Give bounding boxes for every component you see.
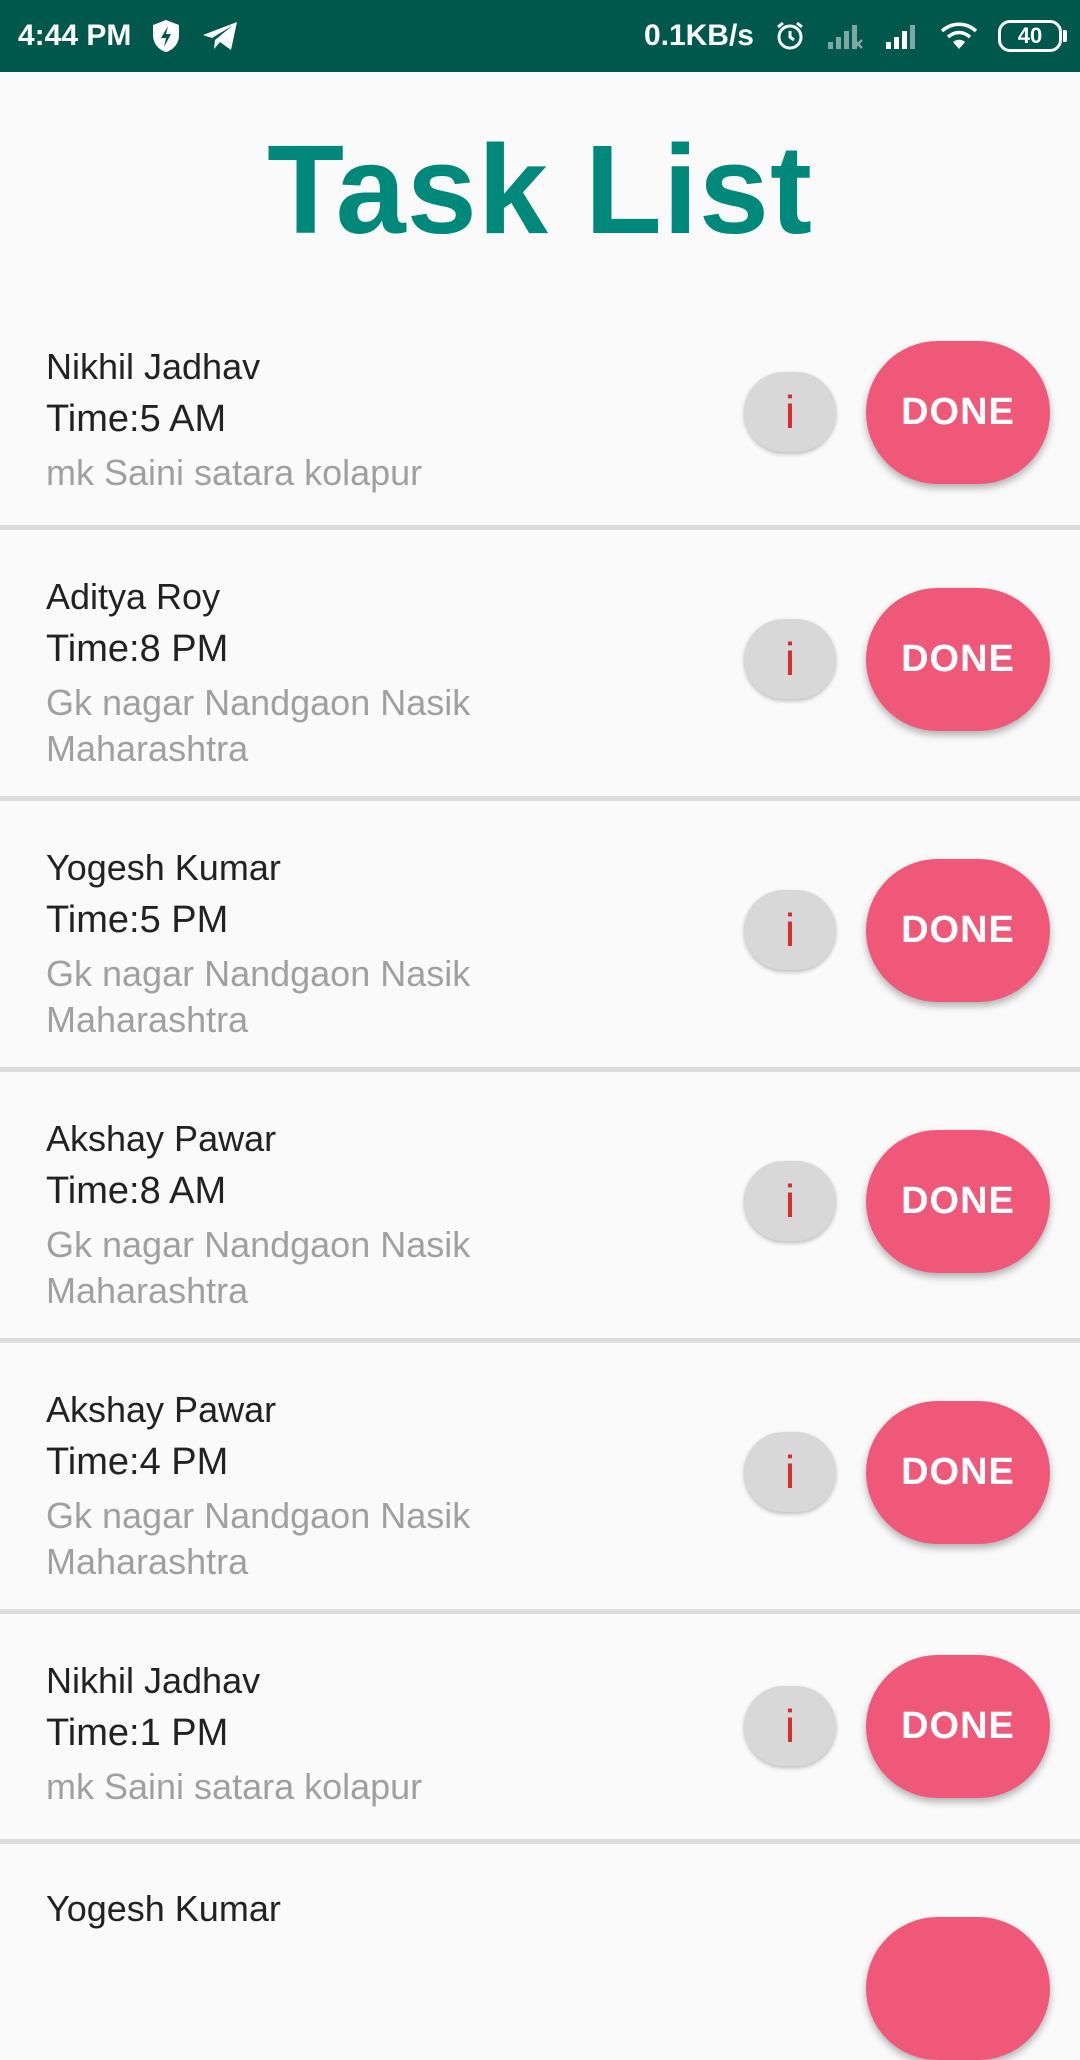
task-name: Akshay Pawar (46, 1389, 277, 1430)
telegram-icon (201, 20, 239, 52)
task-name: Yogesh Kumar (46, 1888, 281, 1929)
list-item: Nikhil Jadhav Time:5 AM mk Saini satara … (0, 300, 1080, 530)
task-details: Nikhil Jadhav Time:5 AM mk Saini satara … (46, 340, 666, 496)
done-button[interactable]: DONE (866, 1401, 1050, 1544)
list-item: Akshay Pawar Time:4 PM Gk nagar Nandgaon… (0, 1343, 1080, 1614)
done-button[interactable]: DONE (866, 1130, 1050, 1273)
list-item: Akshay Pawar Time:8 AM Gk nagar Nandgaon… (0, 1072, 1080, 1343)
task-details: Akshay Pawar Time:8 AM Gk nagar Nandgaon… (46, 1112, 666, 1314)
task-name: Aditya Roy (46, 576, 221, 617)
task-address: Gk nagar Nandgaon Nasik Maharashtra (46, 1224, 471, 1311)
status-bar-left: 4:44 PM (18, 19, 239, 53)
task-time: Time:5 PM (46, 899, 229, 941)
battery-level: 40 (1017, 23, 1043, 48)
done-button[interactable]: DONE (866, 588, 1050, 731)
done-button[interactable]: DONE (866, 1655, 1050, 1798)
signal-icon (884, 22, 920, 50)
list-item: Aditya Roy Time:8 PM Gk nagar Nandgaon N… (0, 530, 1080, 801)
info-button[interactable]: i (744, 1686, 836, 1766)
status-bar: 4:44 PM 0.1KB/s 40 (0, 0, 1080, 72)
signal-icon (826, 22, 864, 50)
task-address: mk Saini satara kolapur (46, 452, 423, 493)
task-time: Time:4 PM (46, 1441, 229, 1483)
page-title: Task List (267, 119, 813, 260)
done-button[interactable] (866, 1917, 1050, 2060)
list-item: Yogesh Kumar (0, 1844, 1080, 2060)
task-list: Nikhil Jadhav Time:5 AM mk Saini satara … (0, 300, 1080, 2060)
done-button[interactable]: DONE (866, 341, 1050, 484)
info-button[interactable]: i (744, 372, 836, 452)
task-time: Time:8 PM (46, 628, 229, 670)
task-details: Nikhil Jadhav Time:1 PM mk Saini satara … (46, 1654, 666, 1810)
task-time: Time:5 AM (46, 398, 227, 440)
task-details: Yogesh Kumar (46, 1882, 666, 1935)
info-button[interactable]: i (744, 1432, 836, 1512)
task-details: Akshay Pawar Time:4 PM Gk nagar Nandgaon… (46, 1383, 666, 1585)
info-button[interactable]: i (744, 890, 836, 970)
task-time: Time:1 PM (46, 1712, 229, 1754)
battery-icon: 40 (998, 20, 1067, 52)
info-button[interactable]: i (744, 1161, 836, 1241)
list-item: Nikhil Jadhav Time:1 PM mk Saini satara … (0, 1614, 1080, 1844)
task-address: Gk nagar Nandgaon Nasik Maharashtra (46, 682, 471, 769)
task-address: mk Saini satara kolapur (46, 1766, 423, 1807)
task-time: Time:8 AM (46, 1170, 227, 1212)
task-name: Yogesh Kumar (46, 847, 281, 888)
task-details: Aditya Roy Time:8 PM Gk nagar Nandgaon N… (46, 570, 666, 772)
alarm-icon (774, 20, 806, 52)
shield-icon (151, 19, 181, 53)
status-time: 4:44 PM (18, 19, 132, 52)
task-details: Yogesh Kumar Time:5 PM Gk nagar Nandgaon… (46, 841, 666, 1043)
task-name: Nikhil Jadhav (46, 346, 261, 387)
list-item: Yogesh Kumar Time:5 PM Gk nagar Nandgaon… (0, 801, 1080, 1072)
status-bar-right: 0.1KB/s 40 (643, 19, 1067, 53)
task-name: Nikhil Jadhav (46, 1660, 261, 1701)
task-address: Gk nagar Nandgaon Nasik Maharashtra (46, 1495, 471, 1582)
done-button[interactable]: DONE (866, 859, 1050, 1002)
network-speed: 0.1KB/s (643, 19, 754, 52)
task-address: Gk nagar Nandgaon Nasik Maharashtra (46, 953, 471, 1040)
info-button[interactable]: i (744, 619, 836, 699)
wifi-icon (940, 21, 978, 51)
task-name: Akshay Pawar (46, 1118, 277, 1159)
